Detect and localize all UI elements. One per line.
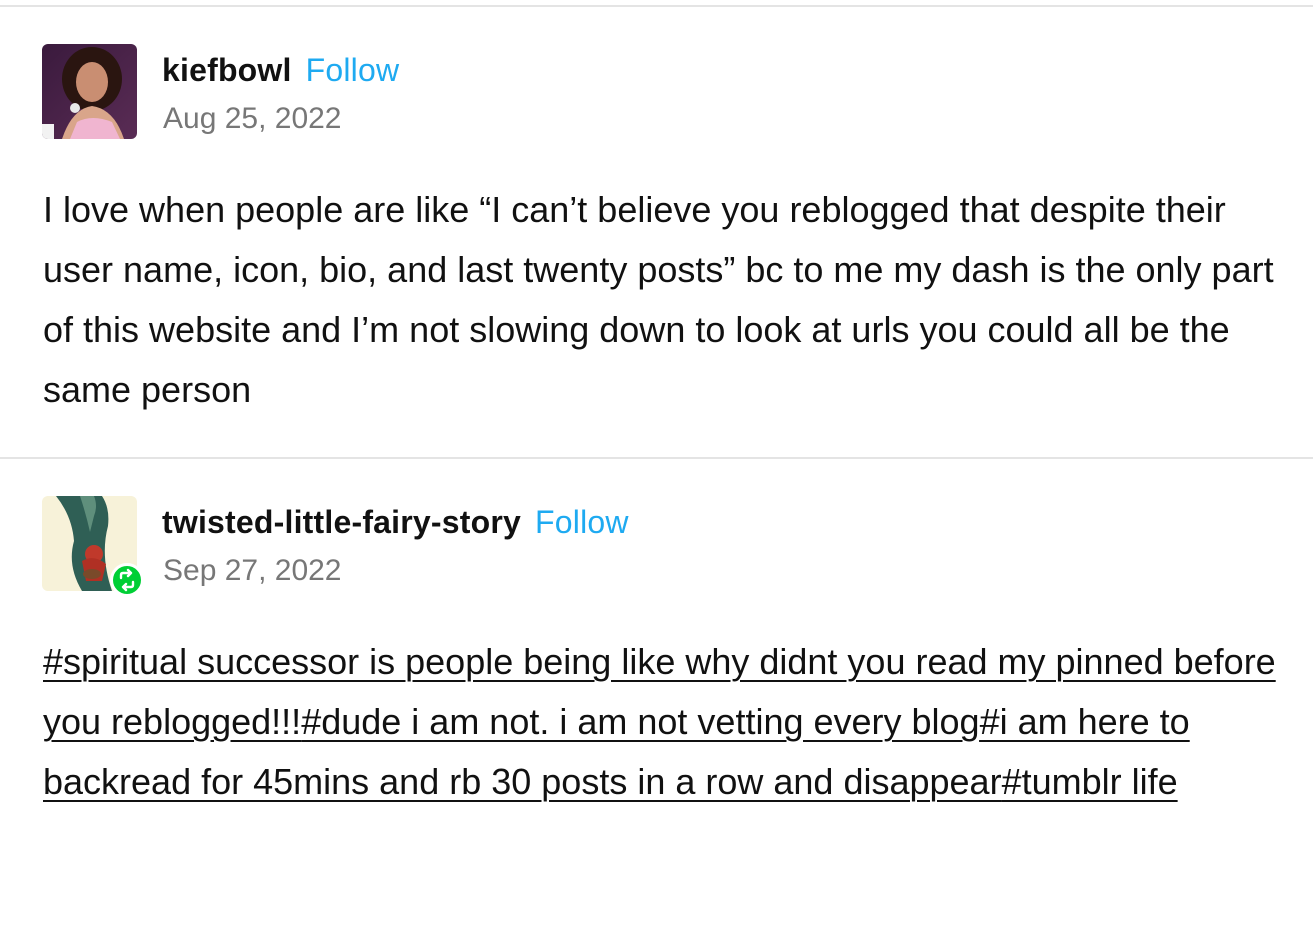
follow-button[interactable]: Follow: [535, 504, 629, 540]
username-text[interactable]: twisted-little-fairy-story: [162, 504, 521, 540]
post-date[interactable]: Sep 27, 2022: [163, 553, 342, 589]
post-2: twisted-little-fairy-story Follow Sep 27,…: [0, 0, 1313, 927]
post-username[interactable]: twisted-little-fairy-story Follow: [162, 502, 629, 542]
reblog-icon: [110, 563, 144, 597]
tag-link[interactable]: #dude i am not. i am not vetting every b…: [301, 701, 979, 742]
tag-link[interactable]: #tumblr life: [1002, 761, 1178, 802]
post-tags: #spiritual successor is people being lik…: [43, 632, 1293, 812]
